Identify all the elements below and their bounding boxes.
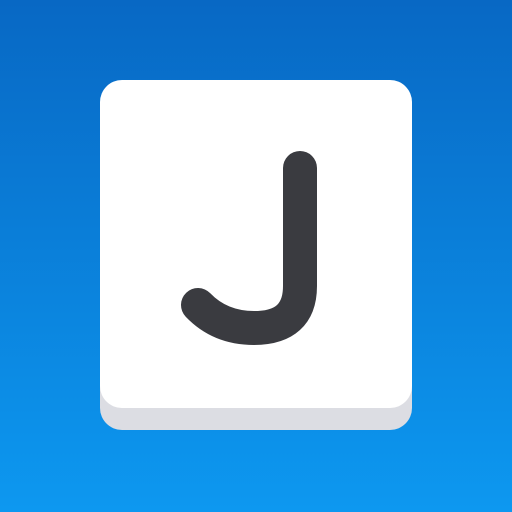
letter-j-icon bbox=[181, 151, 317, 345]
app-icon bbox=[0, 0, 512, 512]
